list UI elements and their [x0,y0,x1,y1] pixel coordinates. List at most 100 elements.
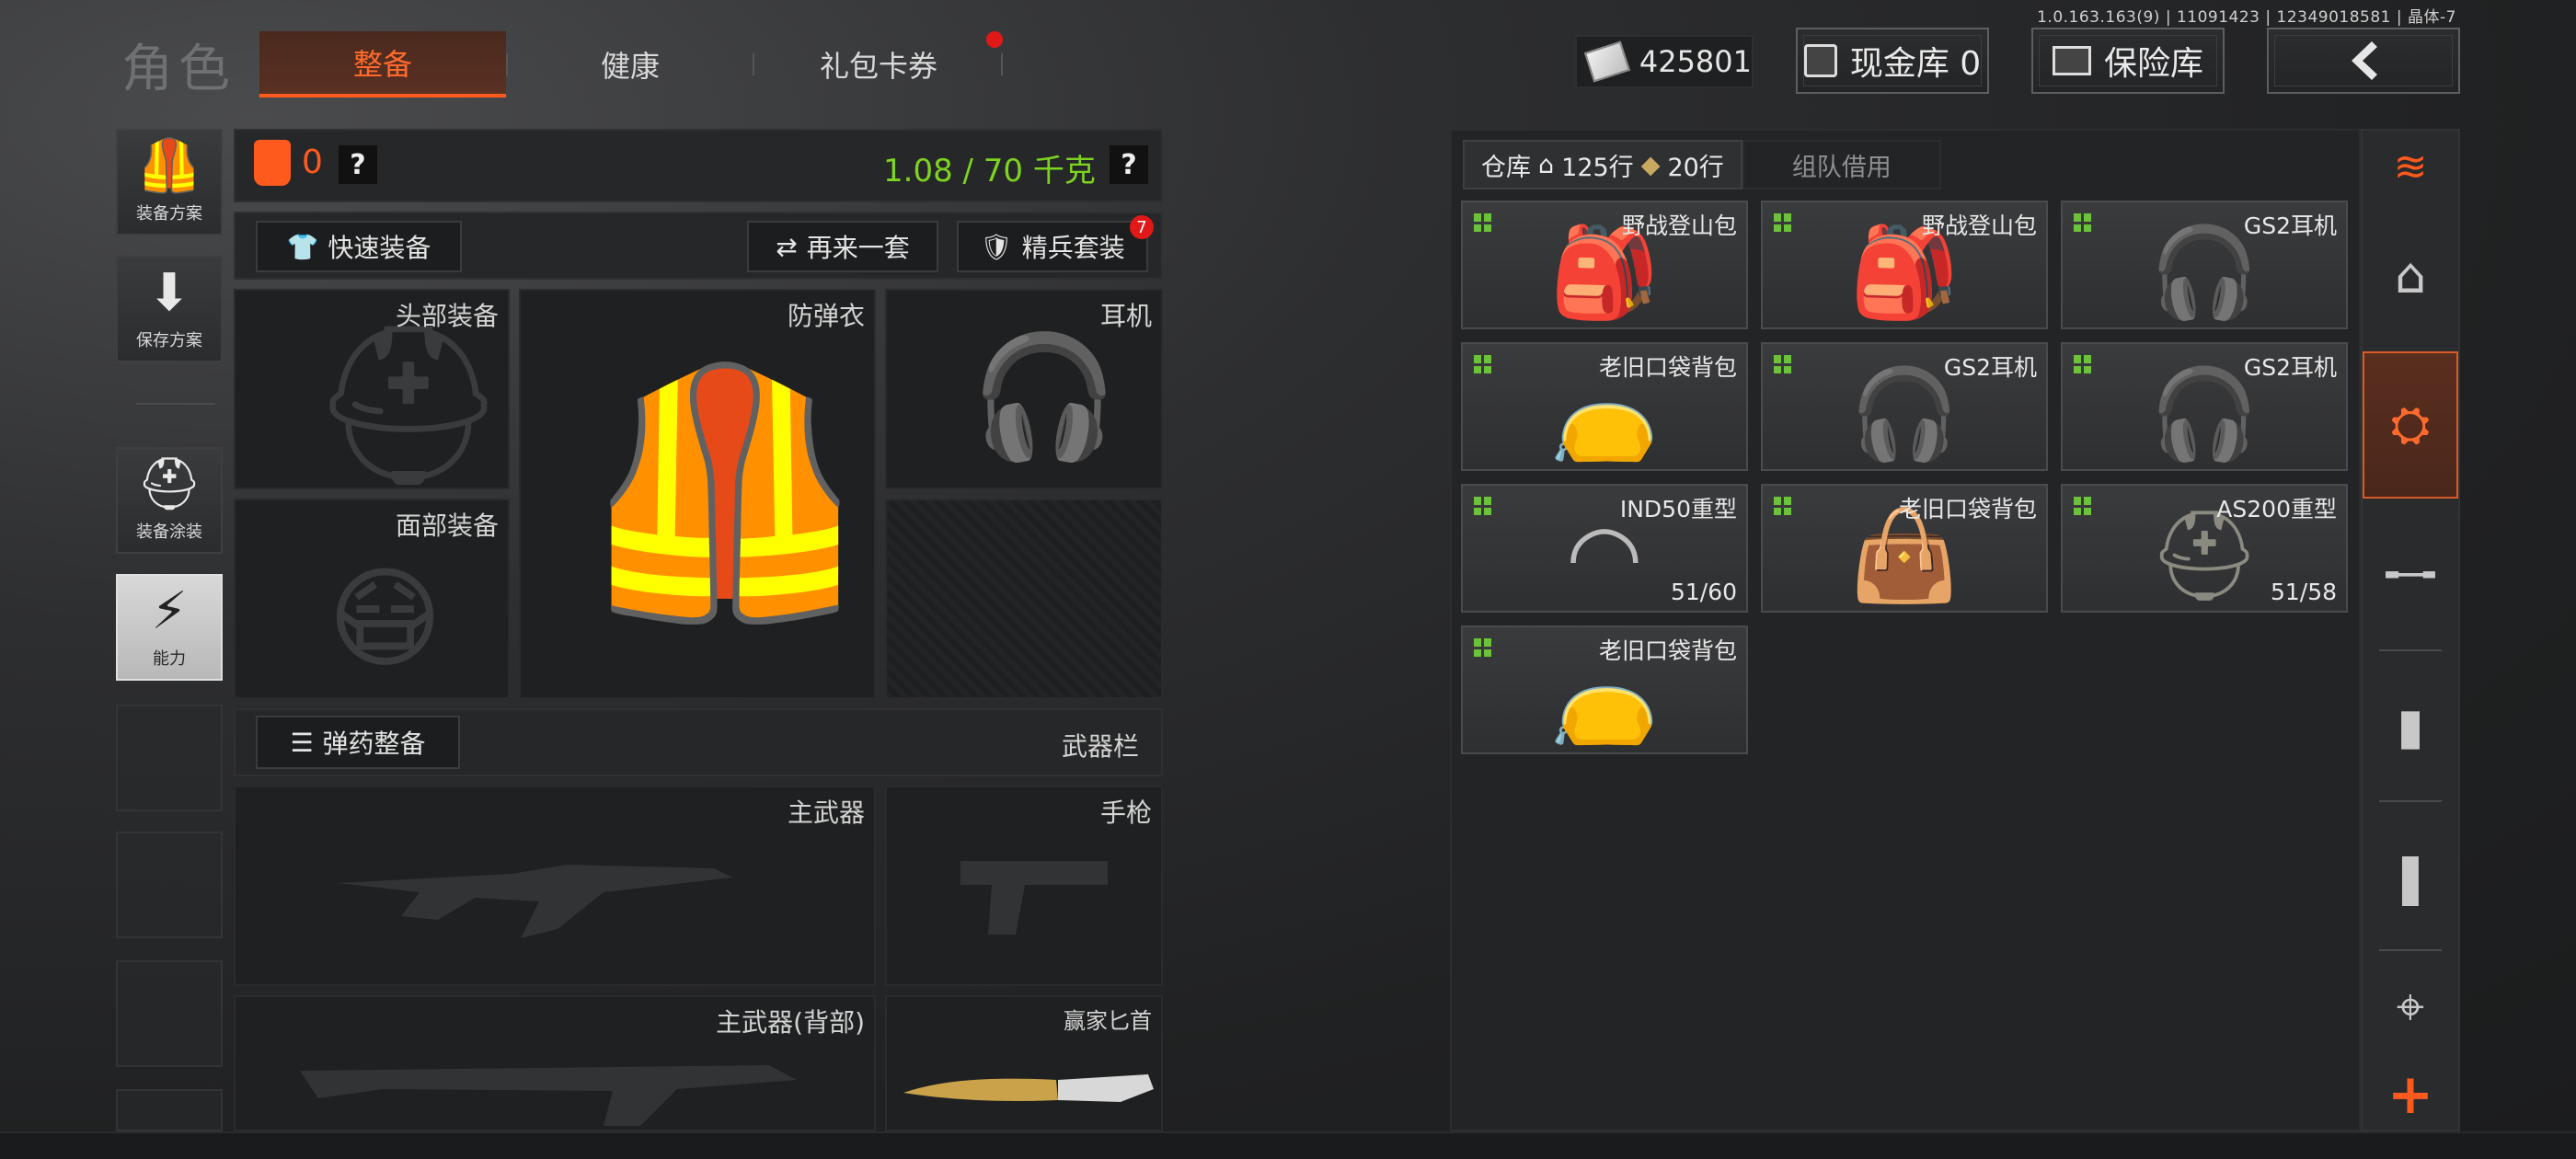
slot-label: 手枪 [1099,798,1152,828]
slot-label: 赢家匕首 [1064,1008,1152,1034]
vest-icon: 🦺 [576,354,874,632]
rifle-icon [337,865,732,938]
sidebar-empty-slot [116,960,223,1067]
again-set-button[interactable]: ⇄ 再来一套 [747,221,938,272]
rifle-back-icon [300,1065,797,1126]
item-name: GS2耳机 [2243,354,2337,381]
lightning-icon: ⚡ [151,580,188,641]
warehouse-item[interactable]: 🎒 野战登山包 [1761,201,2048,329]
rifle-icon[interactable]: ╾╼ [2363,506,2458,644]
cash-icon [1583,40,1631,83]
item-count: 51/58 [2270,579,2337,605]
warehouse-item[interactable]: 🎧 GS2耳机 [2061,342,2348,471]
slot-primary-back[interactable]: 主武器(背部) [234,995,876,1131]
tab-health[interactable]: 健康 [515,31,745,98]
page-title: 角色 [121,40,236,99]
item-image-icon: 👜 [1849,504,1960,608]
magazine-icon[interactable]: ▮ [2363,657,2458,795]
safe-box-button[interactable]: 保险库 [2031,28,2225,94]
item-image-icon: 🎧 [2149,221,2260,325]
item-name: AS200重型 [2216,496,2337,522]
warehouse-item[interactable]: 👜 老旧口袋背包 [1761,484,2048,613]
tab-loadout[interactable]: 整备 [259,31,506,98]
pistol-icon [960,861,1108,935]
money-display: 425801 [1575,35,1754,88]
elite-set-button[interactable]: 🛡 精兵套装 [957,221,1148,272]
money-amount: 425801 [1639,44,1752,79]
slot-locked [885,499,1163,699]
warehouse-item[interactable]: ◠ IND50重型 51/60 [1461,484,1748,613]
item-name: 野战登山包 [1621,212,1737,239]
slot-pistol[interactable]: 手枪 [885,786,1163,986]
tab-warehouse[interactable]: 仓库 ⌂ 125行 ◆ 20行 [1463,140,1742,189]
item-image-icon: 🎒 [1849,221,1960,325]
item-tag-icon [1474,355,1492,373]
item-name: 野战登山包 [1921,212,2037,239]
armor-icon [254,140,291,186]
sidebar-item-ability[interactable]: ⚡ 能力 [116,574,223,681]
item-tag-icon [1774,213,1792,232]
item-name: 老旧口袋背包 [1598,637,1737,664]
again-set-label: 再来一套 [806,233,910,263]
tab-gift-cards[interactable]: 礼包卡券 [764,31,994,98]
item-name: GS2耳机 [2243,212,2337,239]
sidebar-item-save-plan[interactable]: ⬇ 保存方案 [116,256,223,362]
chevron-left-icon [2352,41,2377,80]
item-tag-icon [1474,213,1492,232]
warehouse-item[interactable]: 🎒 野战登山包 [1461,201,1748,329]
sidebar-item-label: 能力 [153,649,186,669]
item-name: 老旧口袋背包 [1898,496,2037,522]
warehouse-item[interactable]: 👝 老旧口袋背包 [1461,342,1748,471]
sidebar-divider [136,403,215,405]
item-image-icon: 🎧 [1849,362,1960,466]
item-image-icon: 👝 [1549,362,1660,466]
sidebar-item-paint[interactable]: ⛑ 装备涂装 [116,447,223,554]
refresh-icon: ⇄ [776,231,798,262]
tab-divider [506,53,508,75]
back-button[interactable] [2267,28,2460,94]
ammo-list-icon: ☰ [290,727,314,758]
cash-vault-button[interactable]: 现金库 0 [1796,28,1989,94]
slot-head[interactable]: ⛑ 头部装备 [234,289,510,489]
slot-headset[interactable]: 🎧 耳机 [885,289,1163,489]
item-image-icon: ⛑ [2148,504,2260,608]
version-info: 1.0.163.163(9) | 11091423 | 12349018581 … [2037,8,2456,27]
warehouse-item[interactable]: 👝 老旧口袋背包 [1461,625,1748,754]
item-image-icon: 🎧 [2149,362,2260,466]
slot-label: 防弹衣 [787,301,865,331]
tab-team-borrow[interactable]: 组队借用 [1742,140,1941,189]
bullet-icon[interactable]: ❚ [2363,808,2458,946]
item-tag-icon [2074,213,2092,232]
tab-divider [1001,53,1003,75]
help-button[interactable]: ? [339,145,377,184]
shield-icon: 🛡 [980,231,1013,262]
plus-icon[interactable]: + [2363,1061,2458,1128]
home-rows: 125行 [1561,153,1634,182]
quick-equip-button[interactable]: 👕 快速装备 [256,221,462,272]
slot-knife[interactable]: 赢家匕首 [885,995,1163,1131]
home-icon[interactable]: ⌂ [2363,206,2458,344]
ammo-equip-button[interactable]: ☰ 弹药整备 [256,716,460,769]
stack-refresh-icon[interactable]: ≋ [2363,132,2458,201]
slot-label: 耳机 [1099,301,1152,331]
scope-icon[interactable]: ⌖ [2363,957,2458,1058]
sidebar-empty-slot [116,832,223,938]
weapon-bar-label: 武器栏 [1062,731,1140,762]
elite-set-label: 精兵套装 [1021,233,1125,263]
slot-vest[interactable]: 🦺 防弹衣 [519,289,876,699]
warehouse-item[interactable]: ⛑ AS200重型 51/58 [2061,484,2348,613]
warehouse-item[interactable]: 🎧 GS2耳机 [2061,201,2348,329]
warehouse-item[interactable]: 🎧 GS2耳机 [1761,342,2048,471]
slot-label: 主武器 [787,798,865,828]
item-tag-icon [1774,497,1792,515]
sidebar-item-loadout-plan[interactable]: 🦺 装备方案 [116,129,223,235]
item-name: 老旧口袋背包 [1598,354,1737,381]
slot-primary-weapon[interactable]: 主武器 [234,786,876,986]
tab-divider [753,53,754,75]
slot-label: 面部装备 [395,511,499,541]
ammo-equip-label: 弹药整备 [322,729,426,759]
extra-rows: 20行 [1667,153,1724,182]
equipment-icon[interactable]: ⛭ [2363,351,2458,499]
slot-face[interactable]: 😷 面部装备 [234,499,510,699]
weight-help-button[interactable]: ? [1110,145,1148,184]
